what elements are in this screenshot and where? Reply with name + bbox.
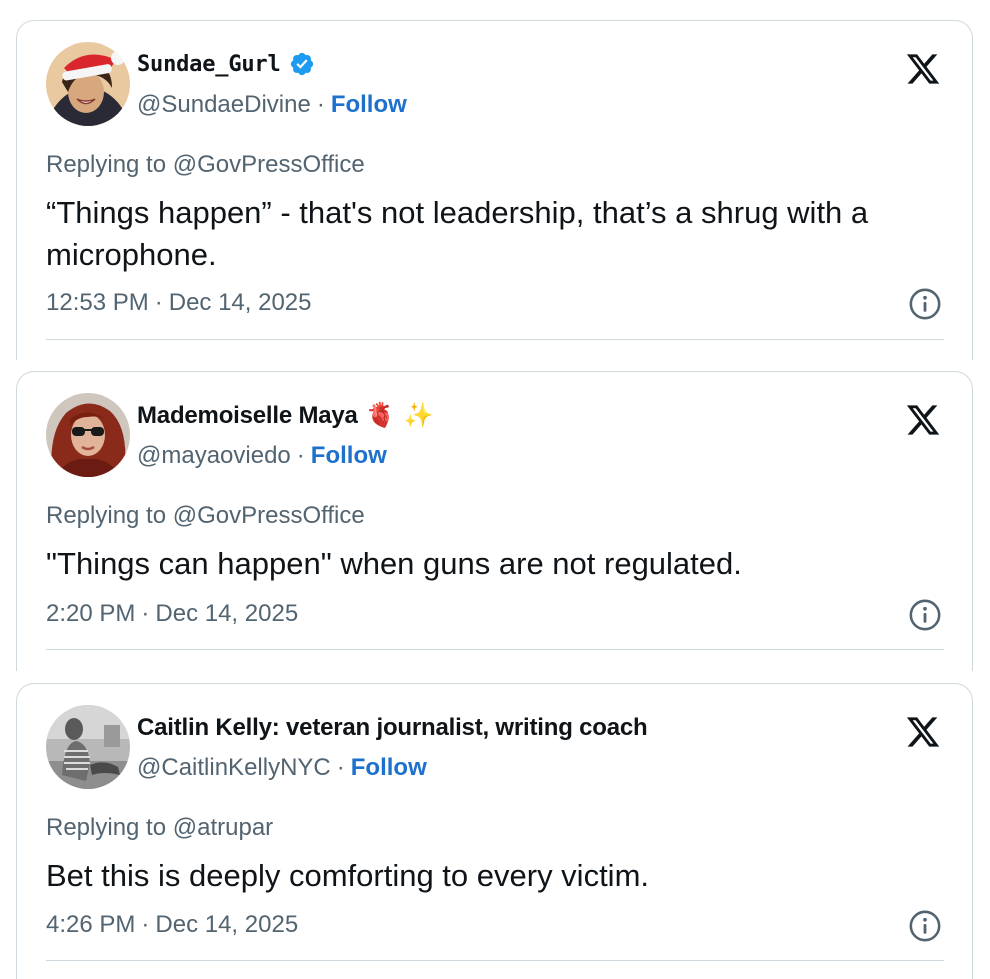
- x-logo-icon[interactable]: [904, 51, 942, 87]
- tweet-date: Dec 14, 2025: [155, 600, 299, 627]
- replying-mention-link[interactable]: @GovPressOffice: [173, 502, 365, 529]
- info-icon[interactable]: [908, 287, 942, 321]
- tweet-card-caitlin[interactable]: Caitlin Kelly: veteran journalist, writi…: [16, 683, 973, 979]
- divider: [46, 960, 944, 961]
- avatar[interactable]: [46, 42, 130, 126]
- avatar[interactable]: [46, 705, 130, 789]
- replying-to: Replying to @GovPressOffice: [46, 151, 365, 179]
- follow-button[interactable]: Follow: [351, 754, 427, 781]
- avatar-bw-photo-icon: [46, 705, 130, 789]
- sparkles-icon: ✨: [403, 402, 434, 429]
- divider: [46, 649, 944, 650]
- follow-button[interactable]: Follow: [331, 91, 407, 118]
- separator-dot: ·: [296, 442, 305, 469]
- divider: [46, 339, 944, 340]
- follow-button[interactable]: Follow: [311, 442, 387, 469]
- avatar-sunglasses-icon: [46, 393, 130, 477]
- replying-prefix: Replying to: [46, 502, 173, 529]
- tweet-text: Bet this is deeply comforting to every v…: [46, 858, 650, 893]
- tweet-timestamp[interactable]: 12:53 PM · Dec 14, 2025: [46, 289, 312, 317]
- separator-dot: ·: [154, 289, 163, 316]
- verified-badge-icon: [289, 51, 315, 77]
- tweet-date: Dec 14, 2025: [155, 911, 299, 938]
- replying-to: Replying to @GovPressOffice: [46, 502, 365, 530]
- tweet-card-maya[interactable]: Mademoiselle Maya 🫀 ✨ @mayaoviedo · Follow…: [16, 371, 973, 671]
- tweet-timestamp[interactable]: 4:26 PM · Dec 14, 2025: [46, 911, 298, 939]
- info-icon[interactable]: [908, 909, 942, 943]
- avatar-santa-hat-icon: [46, 42, 130, 126]
- separator-dot: ·: [141, 911, 150, 938]
- tweet-time: 4:26 PM: [46, 911, 136, 938]
- x-logo-icon[interactable]: [904, 714, 942, 750]
- anatomical-heart-icon: 🫀: [365, 402, 396, 429]
- separator-dot: ·: [316, 91, 325, 118]
- display-name[interactable]: Caitlin Kelly: veteran journalist, writi…: [137, 714, 648, 742]
- separator-dot: ·: [336, 754, 345, 781]
- tweet-time: 2:20 PM: [46, 600, 136, 627]
- avatar[interactable]: [46, 393, 130, 477]
- display-name[interactable]: Sundae_Gurl: [137, 52, 281, 77]
- replying-mention-link[interactable]: @atrupar: [173, 814, 273, 841]
- tweet-text: “Things happen” - that's not leadership,…: [46, 195, 869, 272]
- user-handle[interactable]: @mayaoviedo: [137, 442, 291, 469]
- tweet-card-sundae[interactable]: Sundae_Gurl @SundaeDivine · Follow Replyin…: [16, 20, 973, 360]
- separator-dot: ·: [141, 600, 150, 627]
- tweet-date: Dec 14, 2025: [168, 289, 312, 316]
- tweet-timestamp[interactable]: 2:20 PM · Dec 14, 2025: [46, 600, 298, 628]
- user-handle[interactable]: @CaitlinKellyNYC: [137, 754, 331, 781]
- info-icon[interactable]: [908, 598, 942, 632]
- tweet-text: "Things can happen" when guns are not re…: [46, 546, 742, 581]
- display-name[interactable]: Mademoiselle Maya: [137, 402, 358, 430]
- replying-to: Replying to @atrupar: [46, 814, 273, 842]
- replying-prefix: Replying to: [46, 151, 173, 178]
- replying-prefix: Replying to: [46, 814, 173, 841]
- x-logo-icon[interactable]: [904, 402, 942, 438]
- tweet-time: 12:53 PM: [46, 289, 149, 316]
- replying-mention-link[interactable]: @GovPressOffice: [173, 151, 365, 178]
- user-handle[interactable]: @SundaeDivine: [137, 91, 311, 118]
